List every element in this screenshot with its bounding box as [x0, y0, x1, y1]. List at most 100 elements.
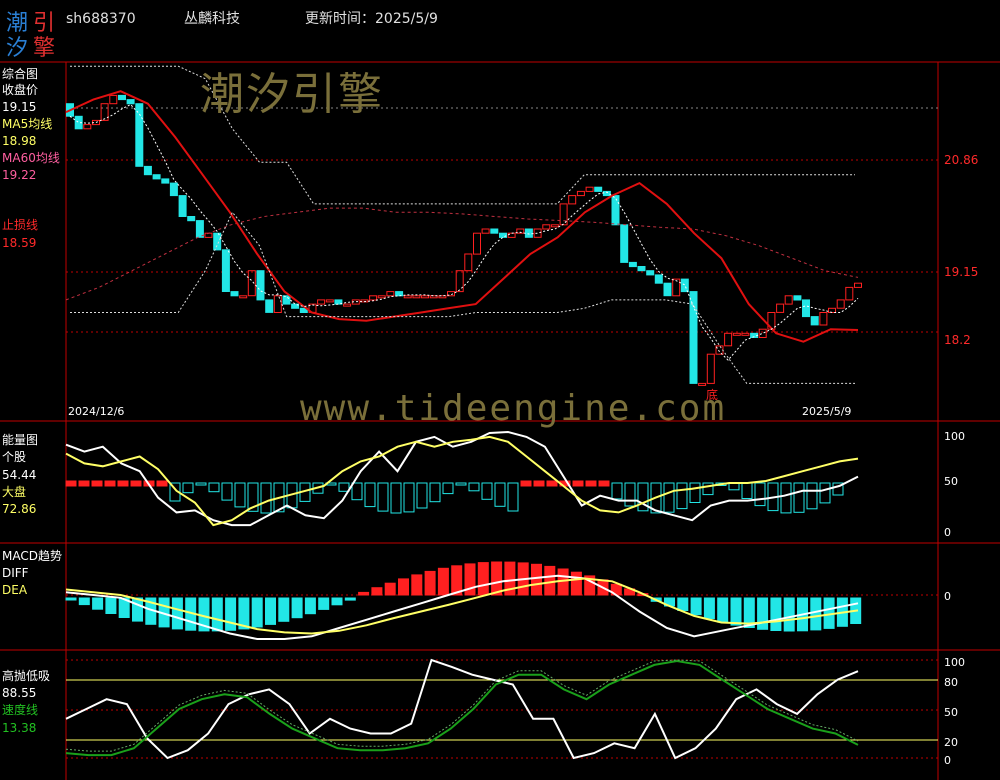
energy-bar	[572, 480, 584, 487]
macd-bar-negative	[703, 597, 715, 620]
energy-bar	[117, 480, 129, 487]
energy-bar	[338, 482, 350, 492]
candle-up	[732, 332, 741, 336]
legend-ma60-value: 19.22	[2, 168, 37, 182]
macd-bar-negative	[717, 597, 729, 623]
macd-bar-positive	[358, 591, 370, 596]
candle-up	[481, 228, 490, 234]
macd-bar-positive	[398, 578, 409, 596]
candle-up	[455, 270, 464, 293]
energy-bar	[598, 480, 610, 487]
energy-stock-line	[65, 430, 859, 527]
macd-bar-positive	[437, 567, 449, 596]
candle-down	[524, 228, 533, 238]
candle-down	[221, 249, 230, 293]
legend-ma5-value: 18.98	[2, 134, 37, 148]
hl-panel-title: 高抛低吸	[2, 669, 51, 683]
candle-up	[83, 124, 92, 130]
legend-stock-value: 54.44	[2, 468, 37, 482]
date-start: 2024/12/6	[68, 405, 125, 418]
energy-bar	[364, 482, 376, 508]
macd-panel-title: MACD趋势	[2, 549, 62, 563]
candle-down	[663, 282, 672, 297]
energy-bar	[494, 482, 506, 507]
legend-diff-label: DIFF	[2, 566, 29, 580]
candle-down	[195, 220, 204, 238]
macd-bar-negative	[65, 597, 77, 601]
candle-up	[828, 307, 836, 313]
hl-line	[65, 658, 859, 760]
candle-up	[317, 299, 326, 305]
candle-down	[135, 103, 144, 167]
axis-label: 18.2	[944, 333, 971, 347]
energy-bar	[663, 482, 675, 513]
candle-up	[421, 295, 429, 299]
macd-bar-negative	[344, 597, 356, 601]
axis-label: 80	[944, 676, 958, 689]
energy-bar	[403, 482, 415, 513]
legend-stop-value: 18.59	[2, 236, 37, 250]
axis-label: 20.86	[944, 153, 979, 167]
candle-up	[672, 278, 681, 297]
legend-close-value: 19.15	[2, 100, 37, 114]
candle-down	[611, 195, 620, 226]
bottom-marker: 底	[706, 388, 719, 402]
energy-bar	[780, 482, 792, 514]
candle-up	[369, 295, 378, 301]
candle-down	[646, 270, 655, 276]
energy-panel-title: 能量图	[2, 433, 39, 447]
watermark-url: www.tideengine.com	[300, 388, 727, 429]
legend-market-value: 72.86	[2, 502, 37, 516]
candle-up	[845, 286, 854, 301]
candle-up	[464, 253, 473, 272]
candle-up	[819, 312, 828, 326]
candle-down	[654, 274, 663, 284]
macd-bar-negative	[770, 597, 782, 631]
candle-up	[706, 353, 715, 384]
axis-label: 50	[944, 475, 958, 488]
legend-ma5-label: MA5均线	[2, 117, 53, 131]
candle-up	[576, 190, 585, 197]
macd-bar-negative	[171, 597, 183, 630]
candle-down	[594, 186, 603, 192]
macd-bar-negative	[318, 597, 330, 610]
watermark-cn: 潮汐引擎	[200, 69, 384, 120]
macd-bar-negative	[291, 597, 303, 619]
candle-down	[637, 266, 646, 272]
energy-bar	[624, 482, 636, 507]
energy-bar	[676, 482, 688, 510]
macd-bar-negative	[78, 597, 90, 606]
energy-bar	[78, 480, 90, 487]
energy-bar	[546, 480, 558, 487]
candle-up	[239, 295, 248, 299]
upper-band-line	[70, 65, 855, 205]
energy-bar	[455, 482, 467, 486]
candle-down	[230, 291, 239, 297]
candle-up	[403, 295, 412, 299]
candle-up	[585, 186, 594, 192]
legend-market-label: 大盘	[2, 485, 27, 499]
energy-bar	[416, 482, 428, 509]
candle-up	[109, 94, 118, 105]
energy-bar	[585, 480, 597, 487]
energy-bar	[91, 480, 103, 487]
energy-bar	[377, 482, 389, 512]
candle-up	[724, 332, 733, 347]
candle-down	[152, 174, 161, 180]
energy-bar	[221, 482, 233, 501]
lower-band-line	[70, 211, 855, 384]
macd-bar-negative	[810, 597, 822, 631]
axis-label: 19.15	[944, 265, 979, 279]
candle-down	[213, 232, 222, 251]
axis-label: 20	[944, 736, 958, 749]
energy-bar	[533, 480, 545, 487]
macd-bar-negative	[105, 597, 117, 614]
axis-label: 0	[944, 590, 951, 603]
energy-bar	[156, 480, 168, 487]
axis-label: 0	[944, 526, 951, 539]
candle-up	[343, 303, 352, 307]
candle-down	[628, 261, 637, 268]
macd-bar-negative	[757, 597, 769, 630]
candle-up	[758, 328, 767, 339]
candle-up	[473, 232, 481, 255]
